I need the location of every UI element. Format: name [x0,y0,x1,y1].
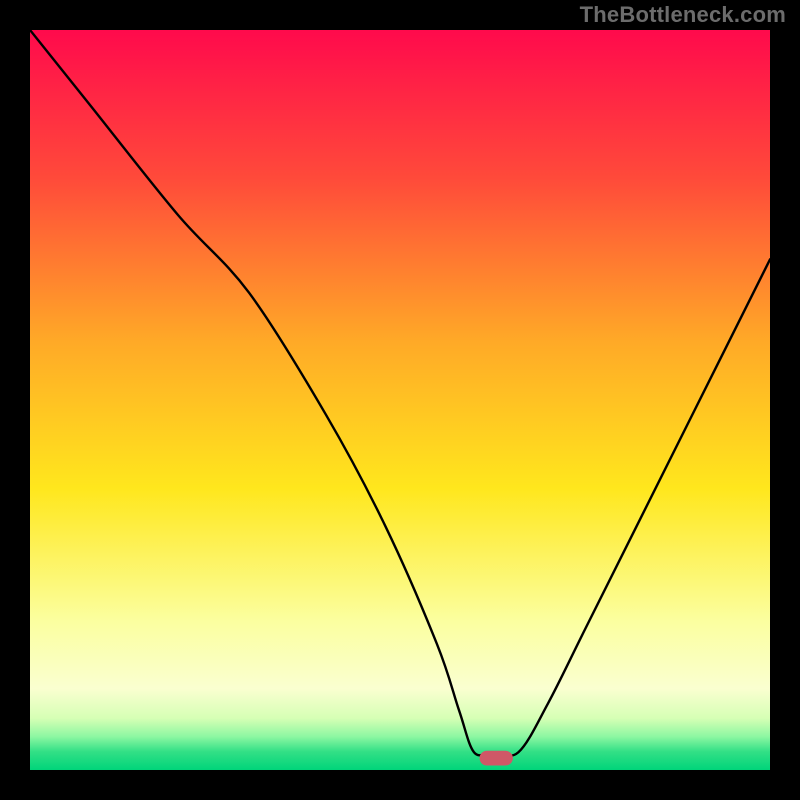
optimal-marker [480,751,513,766]
chart-container: TheBottleneck.com [0,0,800,800]
chart-svg [30,30,770,770]
chart-background [30,30,770,770]
plot-area [30,30,770,770]
watermark-text: TheBottleneck.com [580,2,786,28]
